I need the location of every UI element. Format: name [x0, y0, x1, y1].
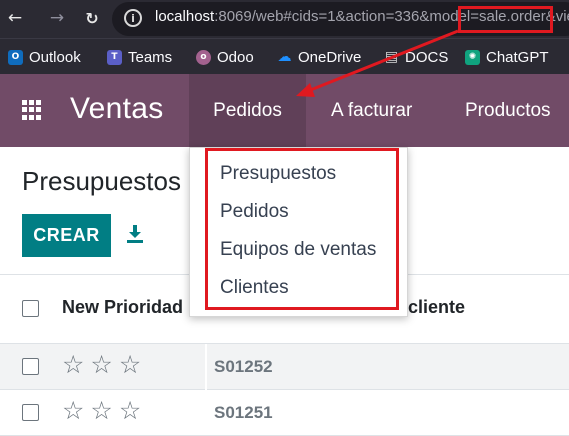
back-arrow-icon[interactable]: ← — [3, 6, 27, 30]
teams-icon: T — [107, 49, 122, 65]
column-header-cliente[interactable]: cliente — [408, 297, 465, 318]
menu-a-facturar[interactable]: A facturar — [331, 74, 412, 147]
app-brand[interactable]: Ventas — [70, 92, 164, 126]
chatgpt-icon: ✺ — [465, 49, 480, 65]
url-highlight-box — [458, 6, 553, 33]
onedrive-icon: ☁ — [277, 49, 292, 65]
bookmark-odoo[interactable]: o Odoo — [196, 48, 254, 66]
apps-grid-icon[interactable] — [22, 100, 42, 120]
select-all-checkbox[interactable] — [22, 300, 39, 317]
forward-arrow-icon[interactable]: → — [45, 6, 69, 30]
bookmark-label: Outlook — [29, 48, 81, 66]
order-reference: S01252 — [214, 357, 273, 376]
star-icon[interactable]: ☆ — [90, 352, 112, 377]
column-divider — [205, 344, 207, 412]
order-reference: S01251 — [214, 403, 273, 422]
star-icon[interactable]: ☆ — [62, 398, 84, 423]
bookmark-label: DOCS — [405, 48, 449, 66]
reload-icon[interactable]: ↻ — [80, 6, 104, 30]
bookmark-teams[interactable]: T Teams — [107, 48, 172, 66]
row-checkbox[interactable] — [22, 404, 39, 421]
menu-pedidos[interactable]: Pedidos — [189, 74, 306, 147]
star-icon[interactable]: ☆ — [119, 398, 141, 423]
dropdown-highlight-box — [205, 148, 399, 310]
bookmark-label: Odoo — [217, 48, 254, 66]
docs-icon: ▤ — [384, 49, 399, 65]
browser-toolbar: ← → ↻ i localhost:8069/web#cids=1&action… — [0, 0, 569, 38]
star-icon[interactable]: ☆ — [62, 352, 84, 377]
menu-productos[interactable]: Productos — [465, 74, 551, 147]
priority-stars[interactable]: ☆ ☆ ☆ — [62, 352, 141, 377]
bookmark-label: OneDrive — [298, 48, 362, 66]
bookmark-chatgpt[interactable]: ✺ ChatGPT — [465, 48, 549, 66]
row-checkbox[interactable] — [22, 358, 39, 375]
bookmark-onedrive[interactable]: ☁ OneDrive — [277, 48, 362, 66]
bookmark-label: ChatGPT — [486, 48, 549, 66]
column-header-prioridad[interactable]: New Prioridad — [62, 297, 183, 318]
star-icon[interactable]: ☆ — [90, 398, 112, 423]
download-icon[interactable] — [124, 223, 146, 245]
star-icon[interactable]: ☆ — [119, 352, 141, 377]
page-title: Presupuestos — [22, 166, 181, 196]
outlook-icon: O — [8, 49, 23, 65]
create-button[interactable]: CREAR — [22, 214, 111, 257]
bookmark-label: Teams — [128, 48, 173, 66]
bookmarks-bar: O Outlook T Teams o Odoo ☁ OneDrive ▤ DO… — [0, 38, 569, 74]
url-host: localhost — [155, 8, 215, 25]
priority-stars[interactable]: ☆ ☆ ☆ — [62, 398, 141, 423]
site-info-icon[interactable]: i — [124, 9, 142, 27]
bookmark-outlook[interactable]: O Outlook — [8, 48, 81, 66]
app-navbar: Ventas Pedidos A facturar Productos — [0, 74, 569, 147]
bookmark-docs[interactable]: ▤ DOCS — [384, 48, 448, 66]
odoo-icon: o — [196, 49, 211, 65]
